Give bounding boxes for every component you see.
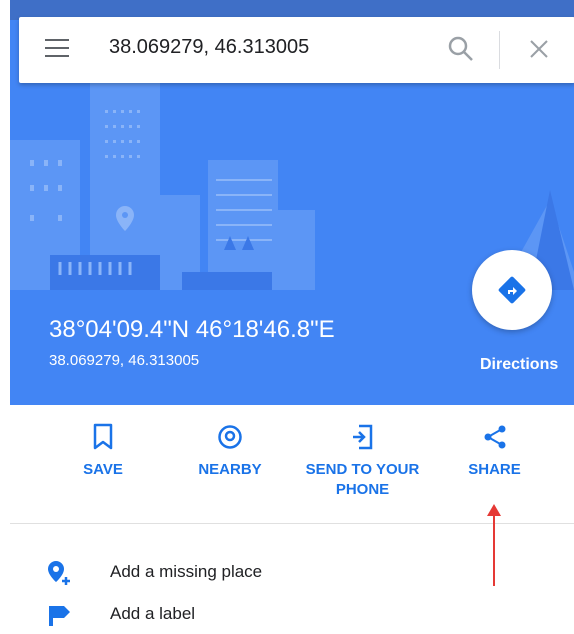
directions-button[interactable] xyxy=(472,250,552,330)
menu-icon[interactable] xyxy=(45,39,69,61)
searchbar-divider xyxy=(499,31,500,69)
add-missing-place-label: Add a missing place xyxy=(110,562,263,581)
search-bar xyxy=(19,17,574,83)
nearby-label: NEARBY xyxy=(198,461,262,478)
send-to-phone-icon xyxy=(352,424,372,450)
place-title: 38°04'09.4"N 46°18'46.8"E xyxy=(49,316,335,343)
nearby-button[interactable]: NEARBY xyxy=(190,405,270,480)
send-to-phone-button[interactable]: SEND TO YOUR PHONE xyxy=(300,405,425,500)
close-icon[interactable] xyxy=(527,37,551,61)
search-icon[interactable] xyxy=(447,35,475,63)
search-input[interactable] xyxy=(109,36,409,59)
directions-icon xyxy=(498,276,526,304)
add-place-icon xyxy=(48,561,70,585)
send-to-phone-label: SEND TO YOUR PHONE xyxy=(305,461,420,498)
share-icon xyxy=(484,425,505,449)
share-label: SHARE xyxy=(468,461,521,478)
save-button[interactable]: SAVE xyxy=(68,405,138,480)
annotation-arrow xyxy=(487,504,501,586)
bookmark-icon xyxy=(93,423,113,450)
place-subtitle: 38.069279, 46.313005 xyxy=(49,352,200,369)
save-label: SAVE xyxy=(83,461,123,478)
add-label-label: Add a label xyxy=(110,604,196,623)
directions-label[interactable]: Directions xyxy=(480,356,558,374)
share-button[interactable]: SHARE xyxy=(462,405,527,480)
add-label-item[interactable]: Add a label xyxy=(10,594,574,634)
nearby-pin-icon xyxy=(218,425,242,449)
